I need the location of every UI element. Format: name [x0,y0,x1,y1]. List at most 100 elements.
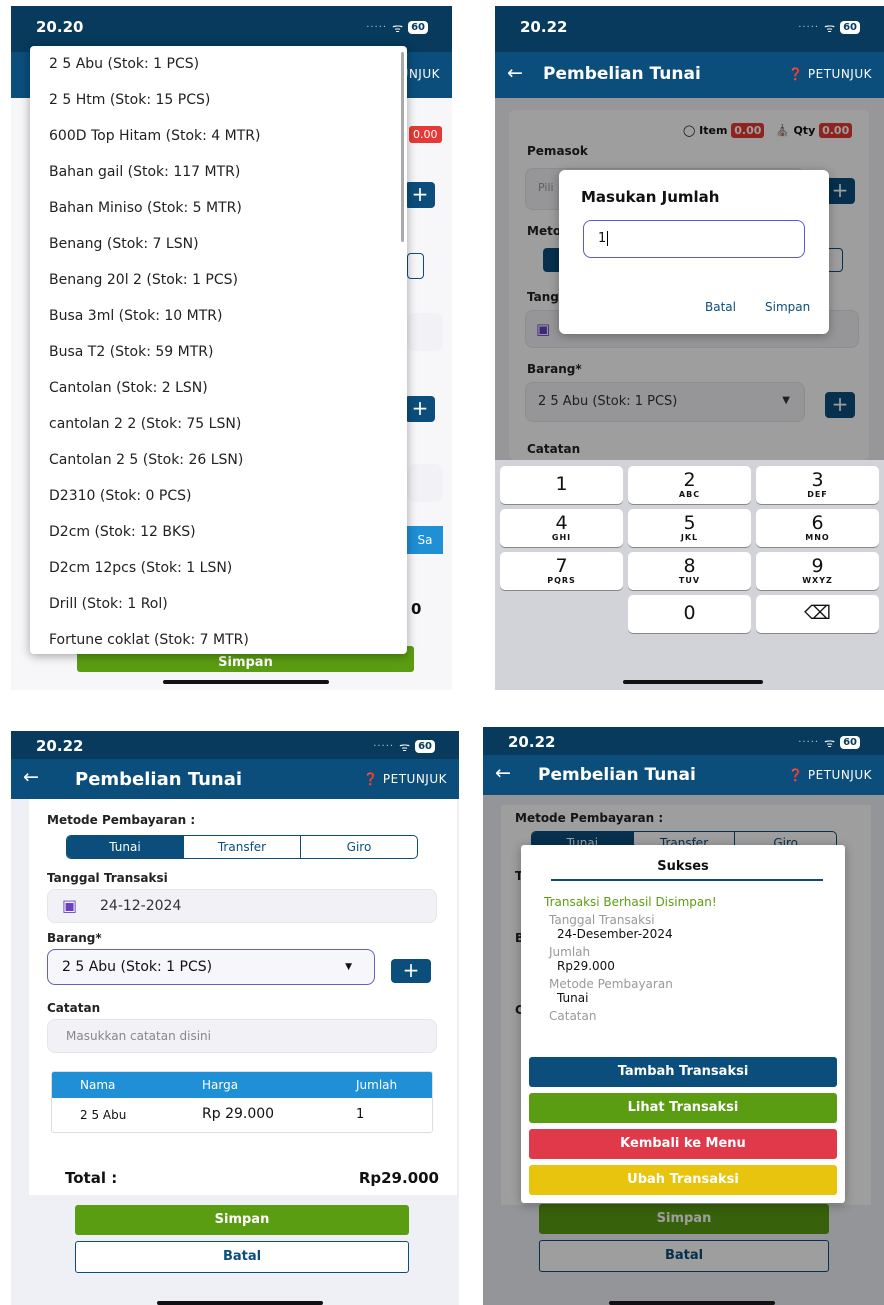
dropdown-item[interactable]: Bahan Miniso (Stok: 5 MTR) [30,190,407,226]
payment-method-segment: Tunai Transfer Giro [66,835,418,859]
metode-label: Metode Pembayaran : [47,813,196,827]
add-item-button[interactable]: + [391,959,431,983]
keypad-key[interactable]: 1 [500,466,623,504]
badge: 0.00 [409,126,442,143]
add-transaction-button[interactable]: Tambah Transaksi [529,1057,837,1087]
dropdown-item[interactable]: 600D Top Hitam (Stok: 4 MTR) [30,118,407,154]
barang-label: Barang* [47,931,102,945]
help-link[interactable]: ❓ PETUNJUK [788,67,872,81]
status-time: 20.20 [36,18,84,36]
back-to-menu-button[interactable]: Kembali ke Menu [529,1129,837,1159]
app-bar: ← Pembelian Tunai ❓ PETUNJUK [483,755,884,795]
dialog-save-button[interactable]: Simpan [765,300,810,314]
help-link[interactable]: ❓ PETUNJUK [363,772,447,786]
header-jumlah: Jumlah [356,1078,398,1092]
status-bar: 20.22 ····· ᯤ 60 [483,727,884,755]
tanggal-label: Tanggal Transaksi [47,871,168,885]
screenshot-quantity-dialog: 20.22 ····· ᯤ 60 ← Pembelian Tunai ❓ PETUN… [495,6,884,690]
signal-icon: ····· [798,22,820,33]
keypad-key[interactable]: 0 [628,595,751,633]
item-dropdown: 2 5 Abu (Stok: 1 PCS) 2 5 Htm (Stok: 15 P… [30,46,407,654]
home-indicator [157,1301,323,1305]
keypad-key[interactable]: 2 ABC [628,466,751,504]
back-icon[interactable]: ← [23,766,39,788]
dropdown-item[interactable]: Busa T2 (Stok: 59 MTR) [30,334,407,370]
item-select[interactable]: 2 5 Abu (Stok: 1 PCS) ▼ [47,949,375,985]
dropdown-item[interactable]: Benang 20l 2 (Stok: 1 PCS) [30,262,407,298]
keypad-key[interactable]: 7 PQRS [500,552,623,590]
tab-giro[interactable]: Giro [300,836,417,858]
dropdown-item[interactable]: cantolan 2 2 (Stok: 75 LSN) [30,406,407,442]
side-button[interactable]: Sa [407,526,443,554]
dropdown-item[interactable]: Cantolan (Stok: 2 LSN) [30,370,407,406]
battery-icon: 60 [408,21,428,34]
dropdown-item[interactable]: D2cm 12pcs (Stok: 1 LSN) [30,550,407,586]
keypad-key[interactable]: 9 WXYZ [756,552,879,590]
quantity-input[interactable]: 1 [583,220,805,258]
dropdown-item[interactable]: 2 5 Abu (Stok: 1 PCS) [30,46,407,82]
cancel-button[interactable]: Batal [75,1241,409,1273]
battery-icon: 60 [840,21,860,34]
dropdown-item[interactable]: D2310 (Stok: 0 PCS) [30,478,407,514]
success-modal: Sukses Transaksi Berhasil Disimpan! Tang… [521,845,845,1203]
status-bar: 20.22 ····· ᯤ 60 [495,6,884,52]
success-message: Transaksi Berhasil Disimpan! [544,895,717,909]
battery-icon: 60 [415,740,435,753]
battery-icon: 60 [840,736,860,749]
page-title: Pembelian Tunai [538,765,696,785]
add-supplier-button[interactable]: + [405,182,435,208]
dropdown-item[interactable]: Drill (Stok: 1 Rol) [30,586,407,622]
keypad-key[interactable]: 8 TUV [628,552,751,590]
header-nama: Nama [80,1078,116,1092]
dropdown-item[interactable]: Benang (Stok: 7 LSN) [30,226,407,262]
help-link[interactable]: ❓ PETUNJUK [788,768,872,782]
wifi-icon: ᯤ [824,736,836,750]
keypad-key[interactable]: 5 JKL [628,509,751,547]
back-icon[interactable]: ← [495,762,511,784]
status-time: 20.22 [36,737,84,755]
wifi-icon: ᯤ [824,21,836,35]
dropdown-scrollbar[interactable] [401,52,404,242]
items-table: Nama Harga Jumlah 2 5 Abu Rp 29.000 1 [51,1071,433,1133]
header-harga: Harga [202,1078,239,1092]
table-header: Nama Harga Jumlah [52,1072,432,1098]
backspace-icon[interactable]: ⌫ [756,595,879,633]
home-indicator [163,680,329,684]
dropdown-item[interactable]: 2 5 Htm (Stok: 15 PCS) [30,82,407,118]
signal-icon: ····· [798,737,820,748]
dropdown-item[interactable]: Fortune coklat (Stok: 7 MTR) [30,622,407,654]
screenshot-form-filled: 20.22 ····· ᯤ 60 ← Pembelian Tunai ❓ PETUN… [11,731,459,1305]
tab-tunai[interactable]: Tunai [67,836,183,858]
add-item-button[interactable]: + [405,396,435,422]
dropdown-item[interactable]: Cantolan 2 5 (Stok: 26 LSN) [30,442,407,478]
screenshot-success-modal: 20.22 ····· ᯤ 60 ← Pembelian Tunai ❓ PETUN… [483,727,884,1305]
dropdown-item[interactable]: Bahan gail (Stok: 117 MTR) [30,154,407,190]
date-field[interactable]: ▣ 24-12-2024 [47,889,437,923]
keypad-key[interactable]: 6 MNO [756,509,879,547]
keypad-blank [500,595,623,633]
save-button[interactable]: Simpan [75,1205,409,1235]
status-time: 20.22 [508,733,556,751]
keypad-key[interactable]: 3 DEF [756,466,879,504]
dropdown-item[interactable]: Busa 3ml (Stok: 10 MTR) [30,298,407,334]
page-title: Pembelian Tunai [75,769,243,790]
status-time: 20.22 [520,18,568,36]
page-title: Pembelian Tunai [543,64,701,84]
dialog-title: Masukan Jumlah [581,188,720,206]
dialog-cancel-button[interactable]: Batal [705,300,736,314]
chevron-down-icon: ▼ [345,962,352,972]
tab-transfer[interactable]: Transfer [183,836,300,858]
quantity-dialog: Masukan Jumlah 1 Batal Simpan [559,170,829,334]
signal-icon: ····· [366,22,388,33]
edit-transaction-button[interactable]: Ubah Transaksi [529,1165,837,1195]
view-transaction-button[interactable]: Lihat Transaksi [529,1093,837,1123]
back-icon[interactable]: ← [507,62,523,84]
table-row: 2 5 Abu Rp 29.000 1 [80,1106,365,1122]
dropdown-item[interactable]: D2cm (Stok: 12 BKS) [30,514,407,550]
app-bar: ← Pembelian Tunai ❓ PETUNJUK [495,52,884,98]
keypad-key[interactable]: 4 GHI [500,509,623,547]
total-fragment: 0 [411,600,422,618]
wifi-icon: ᯤ [392,21,404,35]
status-bar: 20.22 ····· ᯤ 60 [11,731,459,759]
notes-input[interactable]: Masukkan catatan disini [47,1019,437,1053]
